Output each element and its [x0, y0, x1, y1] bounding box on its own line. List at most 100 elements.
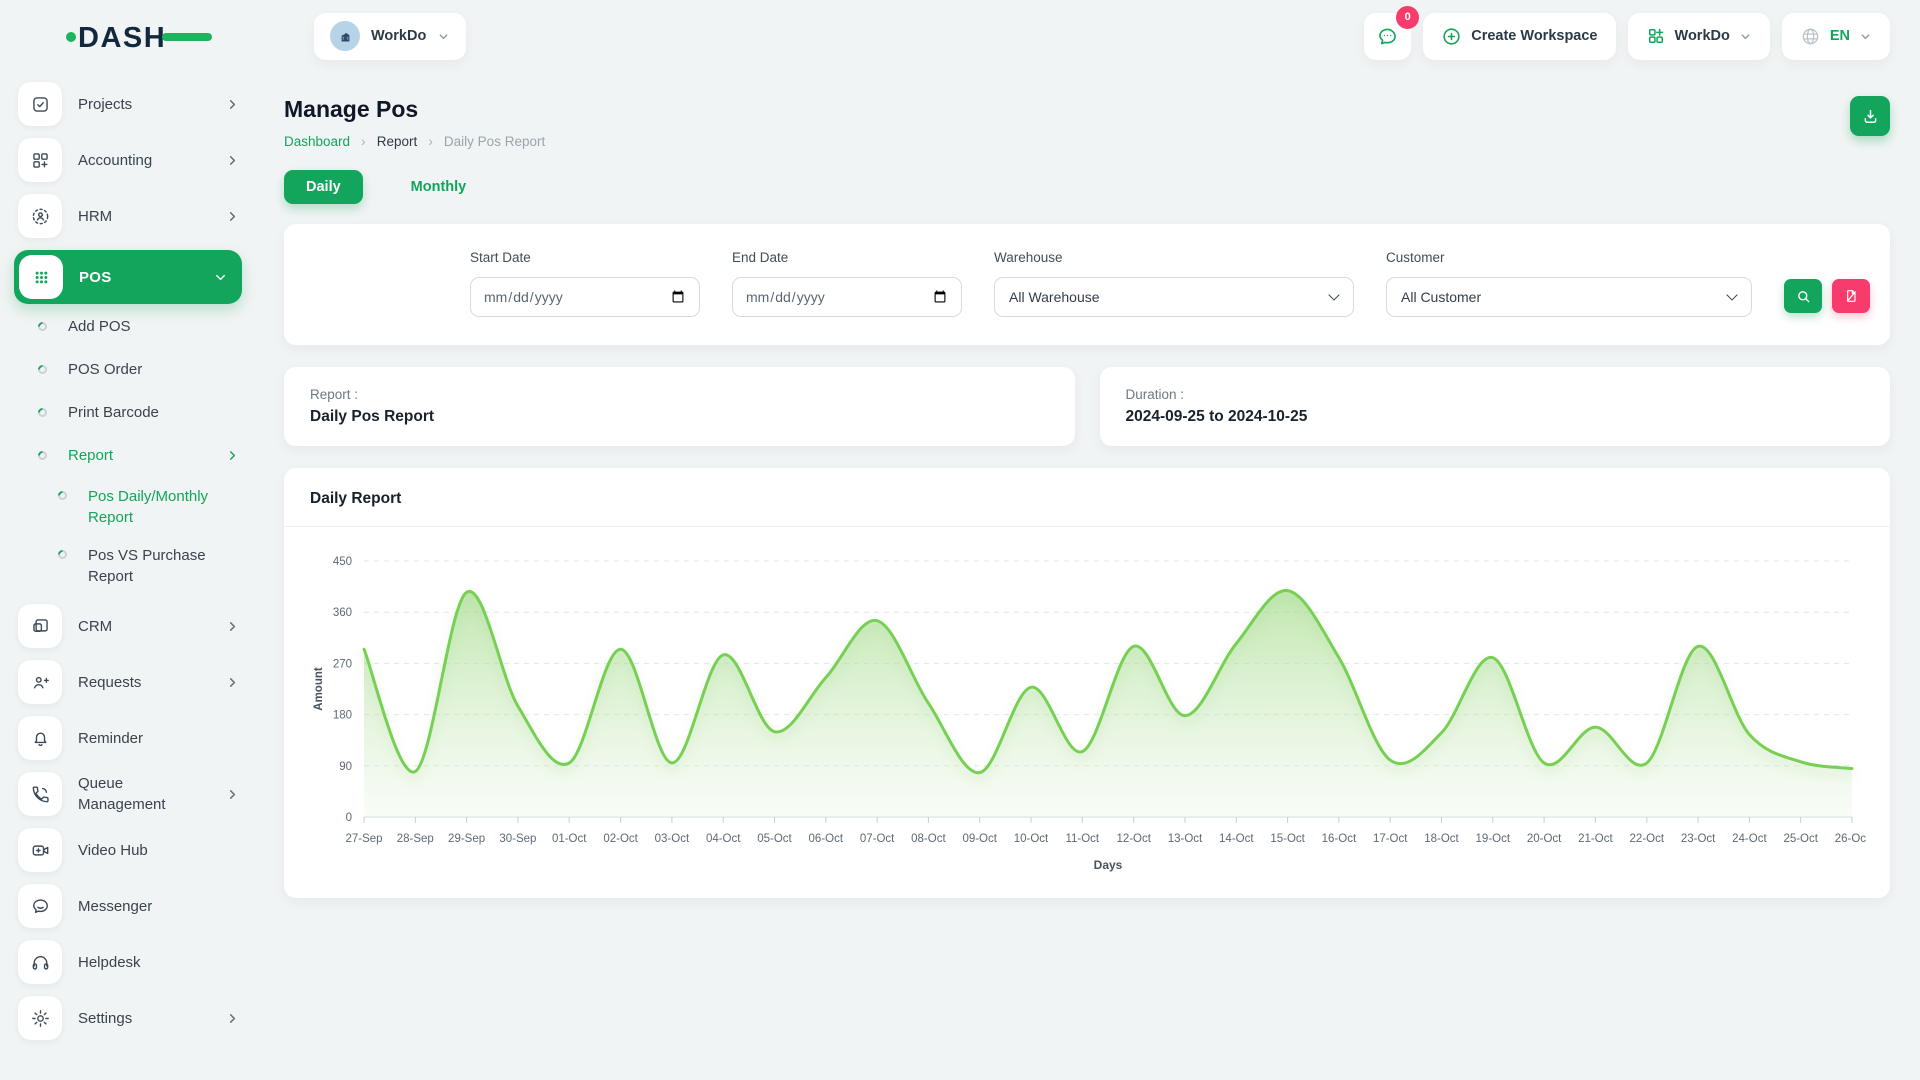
- sidebar-item-label: HRM: [78, 206, 209, 227]
- grid-add-icon: [1646, 26, 1666, 46]
- x-tick-label: 26-Oct: [1835, 833, 1866, 845]
- crm-icon: [18, 604, 62, 648]
- y-tick-label: 450: [333, 556, 352, 568]
- x-tick-label: 16-Oct: [1322, 833, 1357, 845]
- x-tick-label: 02-Oct: [603, 833, 638, 845]
- customer-select-wrap: All Customer: [1386, 277, 1752, 317]
- sidebar-item-pos-vs-purchase-report[interactable]: Pos VS Purchase Report: [58, 545, 240, 587]
- breadcrumb-separator: ›: [428, 133, 433, 149]
- x-tick-label: 18-Oct: [1424, 833, 1459, 845]
- duration-summary-card: Duration : 2024-09-25 to 2024-10-25: [1100, 367, 1891, 446]
- customer-label: Customer: [1386, 250, 1752, 265]
- language-selector[interactable]: EN: [1782, 13, 1890, 60]
- sidebar-item-label: Projects: [78, 94, 209, 115]
- pos-icon: [19, 255, 63, 299]
- x-tick-label: 05-Oct: [757, 833, 792, 845]
- sidebar-item-settings[interactable]: Settings: [18, 996, 240, 1040]
- sidebar-item-hrm[interactable]: HRM: [18, 194, 240, 238]
- report-period-tabs: Daily Monthly: [284, 170, 1890, 204]
- x-tick-label: 07-Oct: [860, 833, 895, 845]
- x-tick-label: 14-Oct: [1219, 833, 1254, 845]
- sidebar-item-helpdesk[interactable]: Helpdesk: [18, 940, 240, 984]
- x-tick-label: 04-Oct: [706, 833, 741, 845]
- start-date-label: Start Date: [470, 250, 700, 265]
- y-tick-label: 270: [333, 658, 352, 670]
- download-report-button[interactable]: [1850, 96, 1890, 136]
- chart-area-fill: [364, 590, 1852, 817]
- tab-monthly[interactable]: Monthly: [389, 170, 489, 204]
- search-icon: [1795, 288, 1812, 305]
- breadcrumb-dashboard[interactable]: Dashboard: [284, 134, 350, 149]
- chevron-down-icon: [213, 270, 228, 285]
- breadcrumb: Dashboard › Report › Daily Pos Report: [284, 133, 545, 149]
- breadcrumb-separator: ›: [361, 133, 366, 149]
- workspace-menu-button[interactable]: WorkDo: [1628, 13, 1770, 60]
- apply-filter-button[interactable]: [1784, 279, 1822, 313]
- video-icon: [18, 828, 62, 872]
- sidebar-item-label: Settings: [78, 1008, 209, 1029]
- plus-circle-icon: [1441, 26, 1462, 47]
- sidebar-item-label: Accounting: [78, 150, 209, 171]
- helpdesk-icon: [18, 940, 62, 984]
- sidebar-item-projects[interactable]: Projects: [18, 82, 240, 126]
- sidebar: Projects Accounting HRM POS Add POS POS Order…: [0, 72, 256, 1080]
- warehouse-select[interactable]: All Warehouse: [994, 277, 1354, 317]
- app-logo: DASH: [64, 15, 214, 57]
- sidebar-item-reminder[interactable]: Reminder: [18, 716, 240, 760]
- chevron-right-icon: [225, 209, 240, 224]
- sidebar-item-requests[interactable]: Requests: [18, 660, 240, 704]
- sidebar-item-label: Requests: [78, 672, 209, 693]
- sidebar-item-report[interactable]: Report: [38, 443, 240, 467]
- x-tick-label: 30-Sep: [499, 833, 536, 845]
- x-tick-label: 10-Oct: [1014, 833, 1049, 845]
- sidebar-item-label: POS: [79, 267, 197, 288]
- sidebar-item-label: POS Order: [68, 359, 240, 380]
- chevron-right-icon: [225, 675, 240, 690]
- chevron-right-icon: [225, 97, 240, 112]
- sidebar-item-crm[interactable]: CRM: [18, 604, 240, 648]
- x-tick-label: 20-Oct: [1527, 833, 1562, 845]
- x-tick-label: 19-Oct: [1476, 833, 1511, 845]
- sidebar-item-label: Helpdesk: [78, 952, 240, 973]
- customer-select[interactable]: All Customer: [1386, 277, 1752, 317]
- sidebar-item-label: Pos VS Purchase Report: [88, 545, 240, 587]
- sidebar-item-print-barcode[interactable]: Print Barcode: [38, 400, 240, 424]
- sidebar-item-pos[interactable]: POS: [14, 250, 242, 304]
- workspace-name: WorkDo: [371, 28, 426, 44]
- messages-button[interactable]: 0: [1364, 13, 1411, 60]
- x-tick-label: 15-Oct: [1270, 833, 1305, 845]
- messenger-icon: [18, 884, 62, 928]
- bullet-icon: [36, 449, 49, 462]
- sidebar-item-video-hub[interactable]: Video Hub: [18, 828, 240, 872]
- sidebar-item-pos-order[interactable]: POS Order: [38, 357, 240, 381]
- bullet-icon: [36, 320, 49, 333]
- sidebar-item-label: Report: [68, 445, 204, 466]
- chevron-right-icon: [225, 1011, 240, 1026]
- x-tick-label: 11-Oct: [1065, 833, 1099, 845]
- warehouse-select-wrap: All Warehouse: [994, 277, 1354, 317]
- sidebar-item-add-pos[interactable]: Add POS: [38, 314, 240, 338]
- x-tick-label: 08-Oct: [911, 833, 946, 845]
- sidebar-item-pos-daily-monthly-report[interactable]: Pos Daily/Monthly Report: [58, 486, 240, 528]
- chevron-right-icon: [225, 153, 240, 168]
- sidebar-item-accounting[interactable]: Accounting: [18, 138, 240, 182]
- start-date-input[interactable]: [470, 277, 700, 317]
- projects-icon: [18, 82, 62, 126]
- sidebar-item-queue-management[interactable]: Queue Management: [18, 772, 240, 816]
- bullet-icon: [36, 363, 49, 376]
- bullet-icon: [56, 548, 69, 561]
- breadcrumb-current: Daily Pos Report: [444, 134, 545, 149]
- chevron-right-icon: [225, 619, 240, 634]
- reset-filter-button[interactable]: [1832, 279, 1870, 313]
- sidebar-item-messenger[interactable]: Messenger: [18, 884, 240, 928]
- create-workspace-button[interactable]: Create Workspace: [1423, 13, 1615, 60]
- workspace-switcher[interactable]: WorkDo: [314, 13, 466, 60]
- y-axis-title: Amount: [313, 667, 325, 711]
- summary-cards: Report : Daily Pos Report Duration : 202…: [284, 367, 1890, 446]
- end-date-input[interactable]: [732, 277, 962, 317]
- tab-daily[interactable]: Daily: [284, 170, 363, 204]
- settings-icon: [18, 996, 62, 1040]
- globe-icon: [1800, 26, 1821, 47]
- chart-title: Daily Report: [284, 468, 1890, 527]
- breadcrumb-report[interactable]: Report: [377, 134, 418, 149]
